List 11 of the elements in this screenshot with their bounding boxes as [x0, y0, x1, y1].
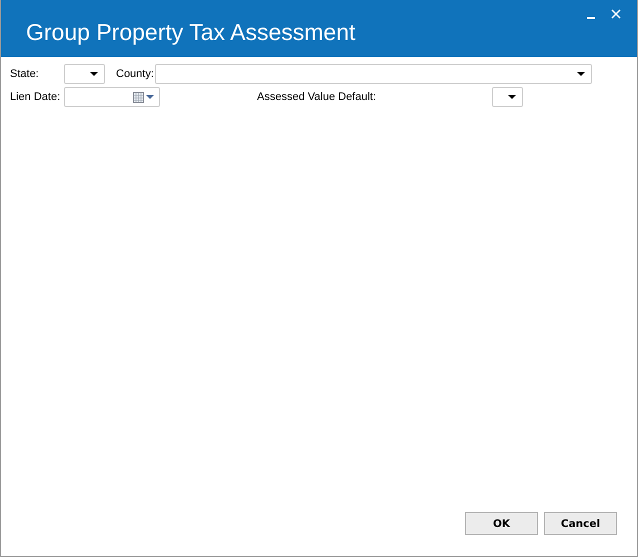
cancel-button[interactable]: Cancel: [544, 512, 617, 535]
ok-button[interactable]: OK: [465, 512, 538, 535]
lien-date-label: Lien Date:: [10, 91, 62, 103]
assessed-value-default-dropdown[interactable]: [492, 87, 523, 107]
state-label: State:: [10, 68, 40, 80]
county-label: County:: [116, 68, 155, 80]
assessed-value-default-label: Assessed Value Default:: [257, 91, 378, 103]
window-title: Group Property Tax Assessment: [26, 19, 356, 46]
state-dropdown[interactable]: [64, 64, 105, 84]
lien-date-picker[interactable]: [64, 87, 160, 107]
calendar-icon[interactable]: [133, 92, 144, 102]
